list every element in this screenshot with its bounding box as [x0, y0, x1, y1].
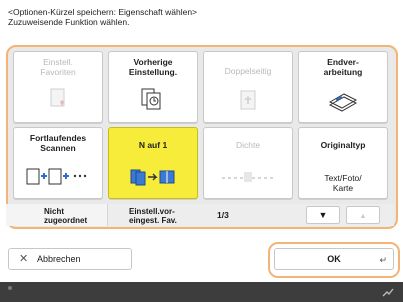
original-type-value-1: Text/Foto/ [324, 173, 362, 183]
finishing-label-1: Endver- [327, 57, 359, 67]
function-panel: Einstell. Favoriten Vorherige Einstellun… [6, 45, 398, 229]
favorites-label-1: Einstell. [43, 57, 73, 67]
previous-settings-label-2: Einstellung. [128, 67, 178, 77]
shortcut-slot-1[interactable]: Nicht zugeordnet [6, 204, 108, 226]
screen-header: <Optionen-Kürzel speichern: Eigenschaft … [8, 7, 398, 27]
status-indicator-icon [8, 286, 12, 290]
finishing-icon [328, 93, 358, 112]
page-up-button: ▲ [346, 206, 380, 224]
previous-settings-label-1: Vorherige [133, 57, 173, 67]
continuous-scan-button[interactable]: Fortlaufendes Scannen [13, 127, 103, 199]
density-button: Dichte [203, 127, 293, 199]
continuous-scan-label-2: Scannen [40, 143, 76, 153]
n-on-1-button[interactable]: N auf 1 [108, 127, 198, 199]
duplex-label: Doppelseitig [224, 66, 272, 76]
favorites-settings-button: Einstell. Favoriten [13, 51, 103, 123]
continuous-scan-label-1: Fortlaufendes [29, 133, 87, 143]
close-icon: ✕ [19, 253, 29, 265]
continuous-scan-icon [26, 168, 87, 185]
n-on-1-icon [130, 169, 175, 186]
n-on-1-label: N auf 1 [138, 140, 168, 150]
page-down-button[interactable]: ▼ [306, 206, 340, 224]
slot-2-label-2: eingest. Fav. [129, 216, 177, 225]
status-bar [0, 282, 403, 302]
header-title: <Optionen-Kürzel speichern: Eigenschaft … [8, 7, 198, 17]
slot-1-label-2: zugeordnet [44, 216, 88, 225]
favorites-icon [50, 88, 65, 107]
page-indicator: 1/3 [217, 210, 229, 220]
enter-icon: ↵ [379, 255, 387, 265]
header-instruction: Zuzuweisende Funktion wählen. [8, 17, 130, 27]
slot-1-label-1: Nicht [44, 207, 64, 216]
original-type-value-2: Karte [332, 183, 354, 193]
favorites-label-2: Favoriten [40, 67, 76, 77]
shortcut-slot-2[interactable]: Einstell.vor- eingest. Fav. 1/3 [109, 204, 269, 226]
shortcut-assignment-bar: Nicht zugeordnet Einstell.vor- eingest. … [6, 204, 394, 226]
triangle-up-icon: ▲ [359, 213, 367, 220]
ok-button[interactable]: OK ↵ [274, 248, 394, 270]
duplex-icon [240, 90, 256, 110]
finishing-label-2: arbeitung [323, 67, 363, 77]
density-label: Dichte [235, 140, 261, 150]
previous-settings-button[interactable]: Vorherige Einstellung. [108, 51, 198, 123]
slot-2-label-1: Einstell.vor- [129, 207, 175, 216]
original-type-label: Originaltyp [320, 140, 366, 150]
finishing-button[interactable]: Endver- arbeitung [298, 51, 388, 123]
ok-label: OK [327, 254, 341, 264]
original-type-button[interactable]: Originaltyp Text/Foto/ Karte [298, 127, 388, 199]
duplex-button: Doppelseitig [203, 51, 293, 123]
network-icon[interactable] [381, 285, 395, 299]
triangle-down-icon: ▼ [318, 210, 328, 220]
previous-settings-icon [141, 88, 161, 110]
cancel-label: Abbrechen [37, 254, 81, 264]
density-icon [222, 172, 274, 182]
cancel-button[interactable]: ✕ Abbrechen [8, 248, 132, 270]
